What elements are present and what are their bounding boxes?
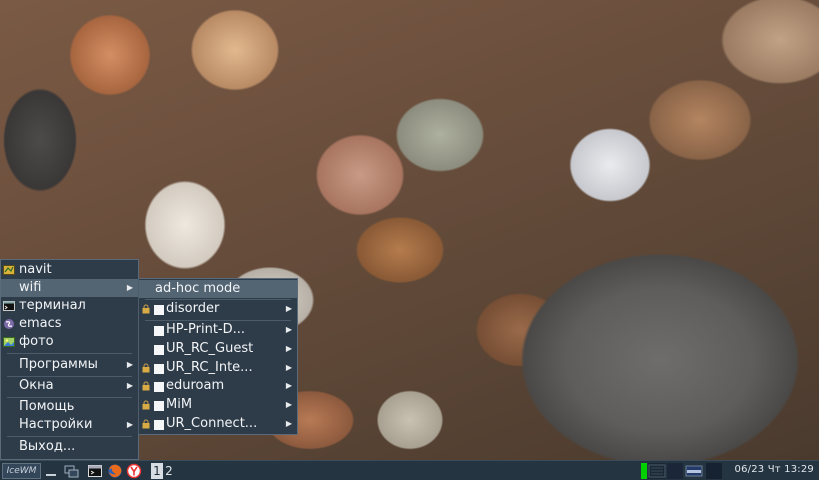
lock-icon [142, 419, 150, 429]
window-list-icon [64, 465, 79, 478]
submenu-arrow-icon: ▶ [285, 325, 292, 334]
menu-item-settings[interactable]: Настройки ▶ [1, 416, 138, 434]
menu-item-wifi[interactable]: wifi ▶ [1, 279, 138, 297]
submenu-arrow-icon: ▶ [126, 283, 133, 292]
pager-icon [685, 465, 703, 477]
signal-indicator [154, 326, 164, 336]
window-list-button[interactable] [62, 463, 80, 479]
network-activity-icon [648, 464, 666, 478]
terminal-icon [3, 301, 15, 311]
wifi-network-item[interactable]: UR_Connect... ▶ [139, 415, 297, 433]
mail-indicator [706, 463, 722, 479]
menu-separator [7, 436, 132, 437]
menu-item-programs[interactable]: Программы ▶ [1, 356, 138, 374]
wifi-network-item[interactable]: HP-Print-D... ▶ [139, 321, 297, 339]
menu-item-help[interactable]: Помощь [1, 398, 138, 416]
submenu-arrow-icon: ▶ [285, 381, 292, 390]
show-desktop-icon [46, 474, 56, 476]
signal-indicator [154, 345, 164, 355]
menu-item-photo[interactable]: фото [1, 333, 138, 351]
network-monitor [648, 463, 666, 479]
wifi-network-item[interactable]: disorder ▶ [139, 300, 297, 318]
workspace-2-button[interactable]: 2 [163, 463, 175, 479]
show-desktop-button[interactable] [44, 463, 58, 479]
yandex-browser-icon [126, 463, 142, 479]
menu-item-terminal[interactable]: терминал [1, 297, 138, 315]
menu-item-emacs[interactable]: emacs [1, 315, 138, 333]
menu-item-logout[interactable]: Выход... [1, 438, 138, 456]
signal-indicator [154, 420, 164, 430]
menu-item-navit[interactable]: navit [1, 261, 138, 279]
submenu-arrow-icon: ▶ [285, 400, 292, 409]
cpu-load-meter [641, 463, 647, 479]
image-icon [3, 337, 15, 347]
workspace-pager[interactable] [685, 463, 703, 479]
submenu-arrow-icon: ▶ [126, 420, 133, 429]
wifi-network-item[interactable]: UR_RC_Inte... ▶ [139, 359, 297, 377]
wifi-network-item[interactable]: MiM ▶ [139, 396, 297, 414]
submenu-arrow-icon: ▶ [285, 304, 292, 313]
terminal-icon [88, 465, 102, 477]
submenu-arrow-icon: ▶ [285, 419, 292, 428]
signal-indicator [154, 305, 164, 315]
wifi-network-item[interactable]: eduroam ▶ [139, 377, 297, 395]
wifi-network-item[interactable]: UR_RC_Guest ▶ [139, 340, 297, 358]
yandex-browser-launcher[interactable] [126, 463, 142, 479]
submenu-arrow-icon: ▶ [126, 381, 133, 390]
clock[interactable]: 06/23 Чт 13:29 [735, 464, 814, 475]
menu-item-windows[interactable]: Окна ▶ [1, 377, 138, 395]
lock-icon [142, 400, 150, 410]
lock-icon [142, 363, 150, 373]
lock-icon [142, 304, 150, 314]
start-menu: navit wifi ▶ терминал emacs фото Програм… [0, 259, 139, 460]
signal-indicator [154, 364, 164, 374]
submenu-arrow-icon: ▶ [126, 360, 133, 369]
menu-separator [7, 353, 132, 354]
signal-indicator [154, 382, 164, 392]
taskbar: IceWM 1 2 06/23 Чт 13:29 [0, 460, 819, 480]
map-icon [3, 265, 15, 275]
firefox-icon [108, 464, 122, 478]
signal-indicator [154, 401, 164, 411]
firefox-launcher[interactable] [107, 463, 123, 479]
submenu-arrow-icon: ▶ [285, 363, 292, 372]
wifi-item-adhoc[interactable]: ad-hoc mode [139, 280, 297, 298]
workspace-1-button[interactable]: 1 [151, 463, 163, 479]
lock-icon [142, 381, 150, 391]
submenu-arrow-icon: ▶ [285, 344, 292, 353]
terminal-launcher[interactable] [87, 463, 103, 479]
start-button[interactable]: IceWM [2, 463, 41, 479]
emacs-icon [4, 319, 14, 329]
battery-monitor [667, 463, 683, 479]
wifi-submenu: ad-hoc mode disorder ▶ HP-Print-D... ▶ U… [138, 278, 298, 435]
